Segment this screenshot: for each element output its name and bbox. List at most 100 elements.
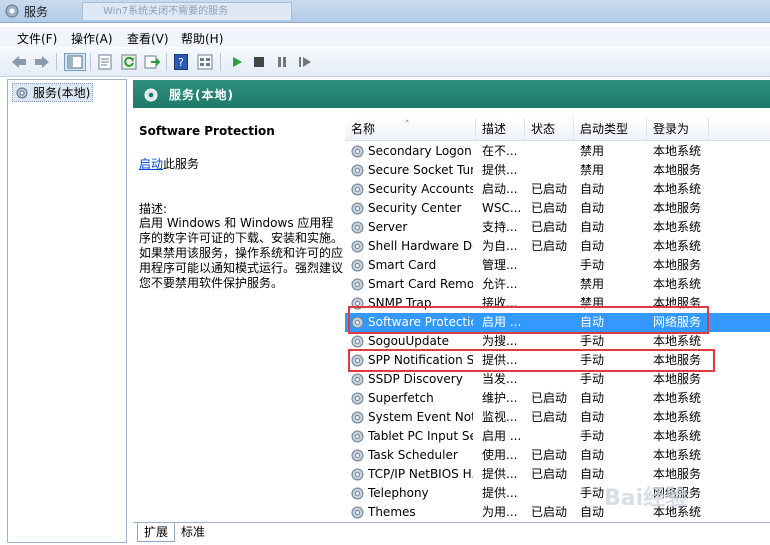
table-row[interactable]: Themes 为用... 已启动 自动 本地系统 <box>345 503 770 520</box>
table-row[interactable]: Telephony 提供... 手动 网络服务 <box>345 484 770 503</box>
service-status <box>531 142 575 161</box>
gear-icon <box>351 468 364 481</box>
service-log-on-as: 本地系统 <box>653 391 702 405</box>
gear-icon <box>351 430 364 443</box>
service-log-on-as: 本地系统 <box>653 144 702 158</box>
table-row[interactable]: SSDP Discovery 当发... 手动 本地服务 <box>345 370 770 389</box>
refresh-icon[interactable] <box>120 53 138 71</box>
forward-arrow-icon[interactable] <box>33 53 51 71</box>
toolbar-separator <box>166 53 167 71</box>
menu-view[interactable]: 查看(V) <box>127 30 169 47</box>
table-row[interactable]: Security Accounts... 启动... 已启动自动 本地系统 <box>345 180 770 199</box>
service-status <box>531 484 575 503</box>
gear-icon <box>351 278 364 291</box>
service-description: 启用 ... <box>482 429 522 443</box>
column-header-log-on-as[interactable]: 登录为 <box>647 118 709 140</box>
service-startup-type: 自动 <box>580 410 605 424</box>
service-status <box>531 370 575 389</box>
service-status <box>531 161 575 180</box>
table-row[interactable]: Shell Hardware De... 为自... 已启动自动 本地系统 <box>345 237 770 256</box>
service-log-on-as: 本地系统 <box>653 220 702 234</box>
gear-icon <box>351 202 364 215</box>
service-name: Smart Card Remo... <box>368 277 473 291</box>
restart-icon[interactable] <box>296 53 314 71</box>
table-row[interactable]: Secure Socket Tun... 提供... 禁用 本地服务 <box>345 161 770 180</box>
table-row[interactable]: Secondary Logon 在不... 禁用 本地系统 <box>345 142 770 161</box>
menu-action[interactable]: 操作(A) <box>71 30 113 47</box>
service-name: Secondary Logon <box>368 144 472 158</box>
help-icon[interactable]: ? <box>172 53 190 71</box>
service-status: 已启动 <box>531 201 568 215</box>
table-row[interactable]: Smart Card 管理... 手动 本地服务 <box>345 256 770 275</box>
service-description: 提供... <box>482 486 518 500</box>
gear-icon <box>351 373 364 386</box>
gear-icon <box>351 145 364 158</box>
stop-icon[interactable] <box>250 53 268 71</box>
view-tabs: 扩展 标准 <box>133 522 770 543</box>
table-row[interactable]: TCP/IP NetBIOS H... 提供... 已启动 自动 本地服务 <box>345 465 770 484</box>
gear-icon <box>351 335 364 348</box>
service-status: 已启动 <box>531 220 568 234</box>
table-row[interactable]: Tablet PC Input Se... 启用 ... 手动 本地系统 <box>345 427 770 446</box>
menu-file[interactable]: 文件(F) <box>17 30 57 47</box>
console-tree: 服务(本地) <box>7 79 127 543</box>
pause-icon[interactable] <box>273 53 291 71</box>
service-description: 当发... <box>482 372 518 386</box>
table-row[interactable]: Smart Card Remo... 允许... 禁用 本地系统 <box>345 275 770 294</box>
back-arrow-icon[interactable] <box>10 53 28 71</box>
tab-standard[interactable]: 标准 <box>175 523 211 541</box>
export-list-icon[interactable] <box>143 53 161 71</box>
console-tree-icon[interactable] <box>64 53 86 71</box>
service-name: Security Center <box>368 201 462 215</box>
start-service-line: 启动此服务 <box>139 155 199 172</box>
service-description: 在不... <box>482 144 518 158</box>
service-status <box>531 427 575 446</box>
service-name: Superfetch <box>368 391 434 405</box>
service-startup-type: 自动 <box>580 201 605 215</box>
service-log-on-as: 本地系统 <box>653 239 702 253</box>
service-description: 使用... <box>482 448 518 462</box>
tab-extended[interactable]: 扩展 <box>137 523 176 542</box>
gear-icon <box>351 240 364 253</box>
column-header-description[interactable]: 描述 <box>476 118 525 140</box>
gear-icon <box>351 259 364 272</box>
highlight-box <box>348 306 709 334</box>
panel-header: 服务(本地) <box>133 80 770 108</box>
view-icon[interactable] <box>196 53 214 71</box>
gear-icon <box>351 487 364 500</box>
table-row[interactable]: Server 支持... 已启动 自动 本地系统 <box>345 218 770 237</box>
table-row[interactable]: System Event Noti... 监视... 已启动自动 本地系统 <box>345 408 770 427</box>
table-row[interactable]: Security Center WSC... 已启动 自动 本地服务 <box>345 199 770 218</box>
service-name: Server <box>368 220 408 234</box>
gear-icon <box>351 506 364 519</box>
properties-icon[interactable] <box>96 53 114 71</box>
service-log-on-as: 本地服务 <box>653 372 702 386</box>
tree-item-services-local[interactable]: 服务(本地) <box>12 83 94 102</box>
service-status: 已启动 <box>531 448 568 462</box>
menu-help[interactable]: 帮助(H) <box>181 30 223 47</box>
panel-title: 服务(本地) <box>169 88 234 102</box>
service-log-on-as: 本地服务 <box>653 163 702 177</box>
service-name: Security Accounts... <box>368 182 473 196</box>
background-tab[interactable]: Win7系统关闭不需要的服务 <box>82 2 292 20</box>
service-description: 维护... <box>482 391 518 405</box>
svg-text:?: ? <box>178 56 184 69</box>
service-description: 为用... <box>482 505 518 519</box>
service-name: TCP/IP NetBIOS H... <box>368 467 473 481</box>
service-status: 已启动 <box>531 410 568 424</box>
service-name: Themes <box>368 505 416 519</box>
service-startup-type: 手动 <box>580 372 605 386</box>
service-status: 已启动 <box>531 505 568 519</box>
play-icon[interactable] <box>228 53 246 71</box>
table-row[interactable]: Task Scheduler 使用... 已启动 自动 本地系统 <box>345 446 770 465</box>
column-header-status[interactable]: 状态 <box>525 118 574 140</box>
start-service-link[interactable]: 启动 <box>139 157 163 171</box>
service-startup-type: 禁用 <box>580 163 605 177</box>
service-description: 管理... <box>482 258 518 272</box>
service-name: Telephony <box>368 486 429 500</box>
service-name: Tablet PC Input Se... <box>368 429 473 443</box>
column-header-startup-type[interactable]: 启动类型 <box>574 118 647 140</box>
column-header-name[interactable]: ˄ 名称 <box>345 118 476 140</box>
description-text: 启用 Windows 和 Windows 应用程序的数字许可证的下载、安装和实施… <box>139 216 344 290</box>
table-row[interactable]: Superfetch 维护... 已启动 自动 本地系统 <box>345 389 770 408</box>
